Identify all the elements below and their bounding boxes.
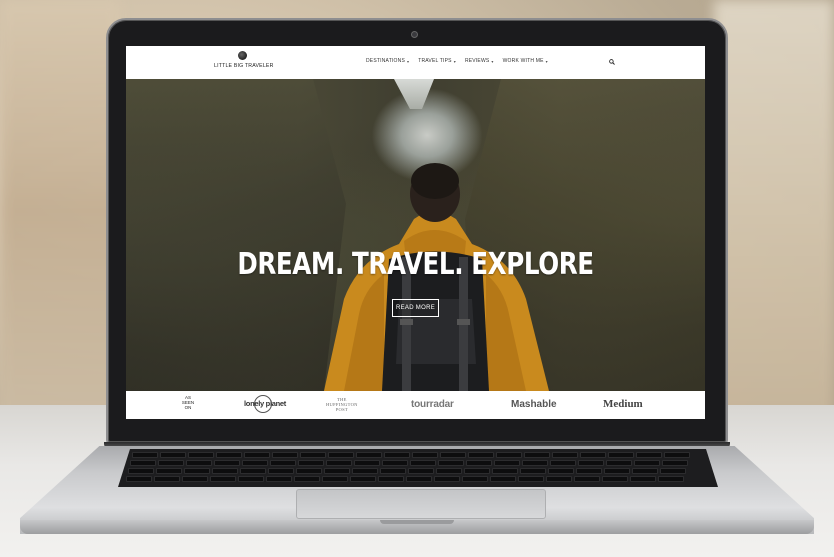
huffington-post-logo[interactable]: THE HUFFINGTON POST	[326, 397, 358, 412]
read-more-button[interactable]: READ MORE	[392, 299, 439, 317]
logo-text: LITTLE BIG TRAVELER	[214, 63, 274, 69]
huffington-line: POST	[335, 407, 348, 412]
laptop-screen: LITTLE BIG TRAVELER DESTINATIONS ▾ TRAVE…	[126, 46, 705, 419]
keyboard-row	[126, 476, 684, 482]
site-logo[interactable]: LITTLE BIG TRAVELER	[214, 51, 274, 75]
as-seen-on-label: AS SEEN ON	[181, 395, 195, 411]
nav-item-reviews[interactable]: REVIEWS ▾	[465, 58, 494, 64]
hero-sky	[394, 79, 434, 109]
site-header: LITTLE BIG TRAVELER DESTINATIONS ▾ TRAVE…	[126, 46, 705, 79]
globe-icon	[237, 51, 247, 60]
as-seen-line: ON	[184, 405, 192, 411]
webcam-icon	[411, 31, 418, 38]
nav-label: DESTINATIONS	[366, 58, 405, 64]
laptop-keyboard	[118, 449, 718, 487]
background-blur-left	[0, 0, 120, 420]
chevron-down-icon: ▾	[491, 58, 494, 64]
medium-logo[interactable]: Medium	[603, 398, 643, 410]
search-icon[interactable]	[609, 59, 615, 65]
keyboard-row	[132, 452, 690, 458]
nav-item-destinations[interactable]: DESTINATIONS ▾	[366, 58, 409, 64]
nav-label: WORK WITH ME	[502, 58, 544, 64]
nav-item-work-with-me[interactable]: WORK WITH ME ▾	[503, 58, 548, 64]
nav-item-travel-tips[interactable]: TRAVEL TIPS ▾	[418, 58, 456, 64]
chevron-down-icon: ▾	[453, 58, 456, 64]
chevron-down-icon: ▾	[545, 58, 548, 64]
nav-label: TRAVEL TIPS	[418, 58, 452, 64]
chevron-down-icon: ▾	[406, 58, 410, 64]
trackpad	[296, 489, 546, 519]
laptop-notch	[380, 520, 454, 524]
main-nav: DESTINATIONS ▾ TRAVEL TIPS ▾ REVIEWS ▾ W…	[366, 58, 548, 64]
press-bar: AS SEEN ON lonely planet THE HUFFINGTON …	[126, 391, 705, 419]
background-blur-right	[714, 0, 834, 420]
hero-banner: DREAM. TRAVEL. EXPLORE READ MORE	[126, 79, 705, 391]
hero-title: DREAM. TRAVEL. EXPLORE	[237, 247, 594, 282]
tourradar-logo[interactable]: tourradar	[411, 399, 454, 410]
keyboard-row	[130, 460, 688, 466]
nav-label: REVIEWS	[464, 58, 490, 64]
lonely-planet-logo[interactable]: lonely planet	[244, 399, 286, 408]
mashable-logo[interactable]: Mashable	[511, 399, 557, 410]
keyboard-row	[128, 468, 686, 474]
